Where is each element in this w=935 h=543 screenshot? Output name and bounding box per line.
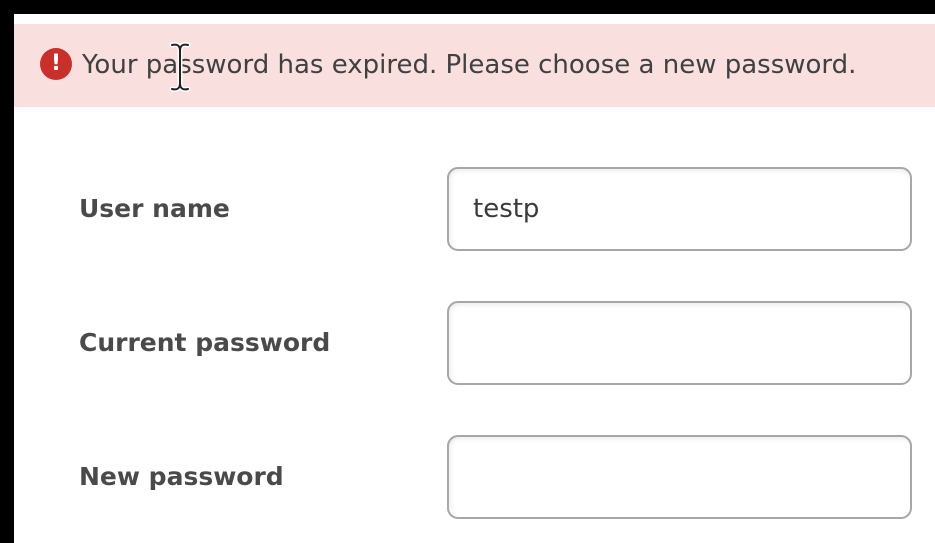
alert-message: Your password has expired. Please choose… (82, 50, 857, 80)
new-password-input[interactable] (447, 435, 912, 519)
exclamation-circle-icon: ! (40, 48, 72, 80)
window-border-left (0, 0, 14, 543)
window-border-top (0, 0, 935, 14)
current-password-label: Current password (79, 328, 331, 357)
new-password-label: New password (79, 462, 284, 491)
username-label: User name (79, 194, 230, 223)
password-expired-alert: ! Your password has expired. Please choo… (14, 24, 935, 107)
text-cursor-icon (169, 42, 191, 92)
current-password-input[interactable] (447, 301, 912, 385)
username-input[interactable] (447, 167, 912, 251)
password-change-dialog: ! Your password has expired. Please choo… (0, 0, 935, 543)
